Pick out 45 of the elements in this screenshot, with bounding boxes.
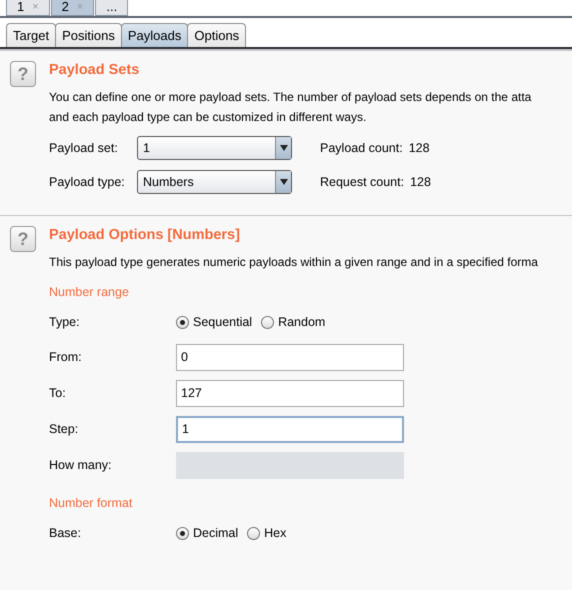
radio-option[interactable]: Sequential xyxy=(176,315,252,329)
field-label: Payload set: xyxy=(49,141,119,155)
radio-button[interactable] xyxy=(261,316,274,328)
input-field[interactable]: 1 xyxy=(176,416,404,442)
field-label: Base: xyxy=(49,526,82,540)
section-title: Payload Options [Numbers] xyxy=(49,227,241,243)
section-title: Payload Sets xyxy=(49,62,140,78)
input-field[interactable]: 0 xyxy=(176,344,404,370)
radio-label: Random xyxy=(278,315,326,329)
field-label: How many: xyxy=(49,458,113,472)
radio-button[interactable] xyxy=(176,526,189,540)
tab[interactable]: Options xyxy=(187,23,246,47)
count-label: Request count: xyxy=(320,175,404,189)
tab[interactable]: Positions xyxy=(55,23,122,47)
radio-label: Sequential xyxy=(193,315,252,329)
tab-label: 1 xyxy=(17,0,24,14)
field-label: From: xyxy=(49,350,83,364)
field-label: To: xyxy=(49,386,67,400)
attack-tab[interactable]: 2 × xyxy=(50,0,94,16)
field-label: Type: xyxy=(49,315,81,329)
attack-tab[interactable]: ... xyxy=(95,0,128,16)
tab-label: ... xyxy=(106,0,118,14)
tab-label: 2 xyxy=(62,0,69,14)
count-label: Payload count: xyxy=(320,141,403,155)
group-title: Number format xyxy=(49,496,134,512)
description: You can define one or more payload sets. The number of payload sets depends on the atta and each payload type can be customized in different ways. xyxy=(49,89,532,126)
tab[interactable]: Payloads xyxy=(120,23,188,47)
radio-option[interactable]: Decimal xyxy=(176,526,238,540)
radio-button[interactable] xyxy=(247,526,260,540)
count-value: 128 xyxy=(410,175,431,189)
tab[interactable]: Target xyxy=(6,23,56,47)
radio-option[interactable]: Random xyxy=(261,315,326,329)
dropdown[interactable]: Numbers xyxy=(137,170,292,194)
attack-tab[interactable]: 1 × xyxy=(6,0,50,16)
count-value: 128 xyxy=(408,141,430,155)
radio-option[interactable]: Hex xyxy=(247,526,286,540)
field-label: Payload type: xyxy=(49,175,126,189)
radio-label: Decimal xyxy=(193,526,238,540)
description: This payload type generates numeric payloads within a given range and in a specified forma xyxy=(49,254,539,271)
field-label: Step: xyxy=(49,422,80,436)
group-title: Number range xyxy=(49,285,130,301)
dropdown[interactable]: 1 xyxy=(137,136,292,160)
radio-label: Hex xyxy=(264,526,286,540)
radio-button[interactable] xyxy=(176,316,189,328)
input-field[interactable]: 127 xyxy=(176,380,404,406)
